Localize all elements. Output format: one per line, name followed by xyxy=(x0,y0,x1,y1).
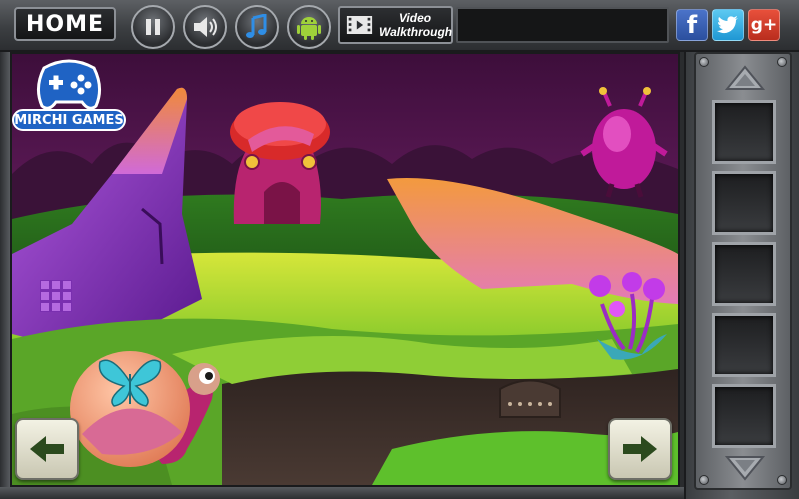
inventory-down-button[interactable] xyxy=(718,452,772,484)
inventory-panel xyxy=(684,52,799,499)
googleplus-icon: g+ xyxy=(750,15,778,35)
house-window-left xyxy=(244,154,260,170)
arrow-right-icon xyxy=(623,436,657,462)
house-window-right xyxy=(301,154,317,170)
cliff-arched-door[interactable] xyxy=(499,379,561,418)
mushroom-house-door[interactable] xyxy=(264,182,300,224)
pause-icon xyxy=(146,19,160,35)
bolt xyxy=(699,57,709,67)
navigate-left-button[interactable] xyxy=(15,418,79,480)
mushroom-house[interactable] xyxy=(230,102,330,224)
inventory-frame xyxy=(694,52,792,490)
video-walkthrough-label: Video Walkthrough xyxy=(379,11,453,39)
sound-button[interactable] xyxy=(183,5,227,49)
inventory-slot-2[interactable] xyxy=(712,171,776,235)
inventory-slot-3[interactable] xyxy=(712,242,776,306)
film-clapper-icon xyxy=(346,16,373,34)
pause-button[interactable] xyxy=(131,5,175,49)
bolt xyxy=(699,475,709,485)
music-button[interactable] xyxy=(235,5,279,49)
video-walkthrough-button[interactable]: Video Walkthrough xyxy=(338,6,453,44)
arrow-down-icon xyxy=(725,456,765,481)
frame-left xyxy=(0,52,10,499)
facebook-button[interactable]: f xyxy=(676,9,708,41)
inventory-up-button[interactable] xyxy=(718,62,772,94)
mirchi-games-logo: MIRCHI GAMES xyxy=(12,58,128,136)
frame-bottom xyxy=(0,487,690,499)
googleplus-button[interactable]: g+ xyxy=(748,9,780,41)
twitter-button[interactable]: t xyxy=(712,9,744,41)
gamepad-icon xyxy=(37,59,101,110)
video-label-line2: Walkthrough xyxy=(379,25,453,39)
arrow-left-icon xyxy=(30,436,64,462)
arrow-up-icon xyxy=(725,65,765,90)
facebook-icon: f xyxy=(686,11,698,39)
bolt xyxy=(777,475,787,485)
speaker-icon xyxy=(194,17,217,37)
android-button[interactable] xyxy=(287,5,331,49)
music-note-icon xyxy=(246,14,267,38)
inventory-slot-5[interactable] xyxy=(712,384,776,448)
inventory-slot-4[interactable] xyxy=(712,313,776,377)
android-icon xyxy=(297,17,321,40)
video-label-line1: Video xyxy=(398,11,432,25)
navigate-right-button[interactable] xyxy=(608,418,672,480)
message-box xyxy=(456,7,669,43)
home-button[interactable]: HOME xyxy=(14,7,116,41)
top-bar: HOME Video Walkthrough f g+ xyxy=(0,0,799,52)
bolt xyxy=(777,57,787,67)
twitter-bird-icon xyxy=(717,16,738,34)
mirchi-games-label: MIRCHI GAMES xyxy=(12,109,126,131)
keypad-panel[interactable] xyxy=(40,280,72,312)
inventory-slot-1[interactable] xyxy=(712,100,776,164)
